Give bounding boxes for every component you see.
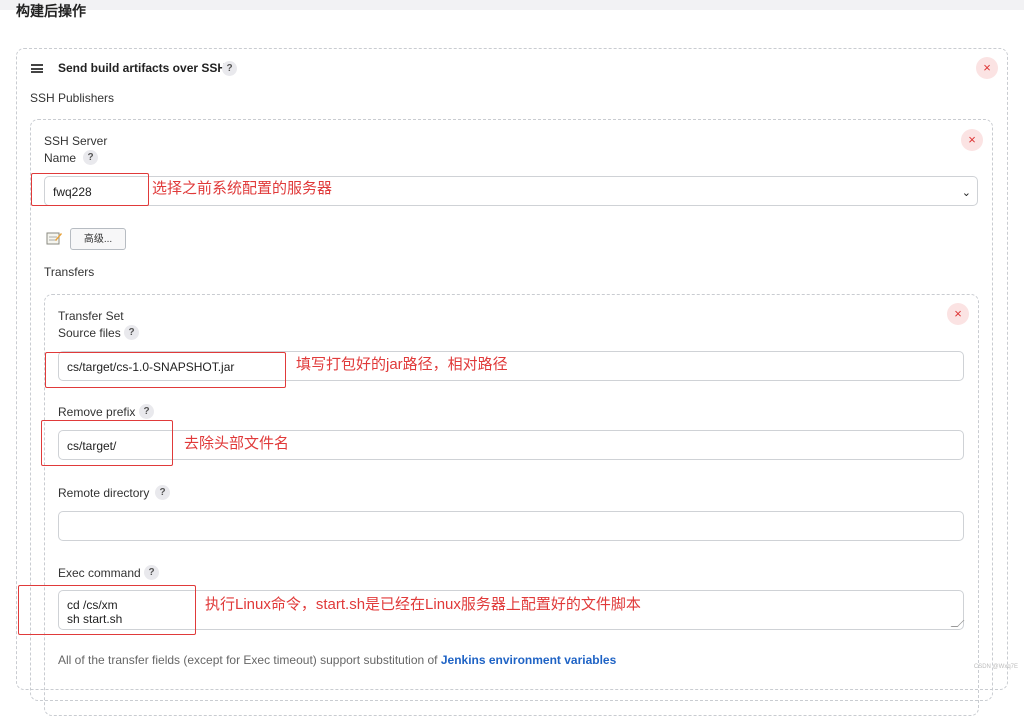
remote-directory-label: Remote directory bbox=[58, 486, 150, 500]
delete-transfer-button[interactable]: × bbox=[947, 303, 969, 325]
help-icon[interactable]: ? bbox=[124, 325, 139, 340]
notepad-icon bbox=[46, 232, 62, 245]
help-icon[interactable]: ? bbox=[155, 485, 170, 500]
footer-note: All of the transfer fields (except for E… bbox=[58, 653, 616, 667]
remove-prefix-label: Remove prefix bbox=[58, 405, 136, 419]
annotation-prefix: 去除头部文件名 bbox=[184, 435, 290, 452]
annotation-box-server bbox=[31, 173, 149, 206]
annotation-server: 选择之前系统配置的服务器 bbox=[152, 180, 333, 197]
build-step-title: Send build artifacts over SSH bbox=[58, 61, 227, 75]
chevron-down-icon: ⌄ bbox=[961, 187, 971, 199]
transfer-set-heading: Transfer Set bbox=[58, 309, 124, 323]
advanced-button[interactable]: 高级... bbox=[70, 228, 126, 250]
section-title: 构建后操作 bbox=[16, 3, 86, 19]
name-label: Name bbox=[44, 151, 77, 165]
help-icon[interactable]: ? bbox=[139, 404, 154, 419]
annotation-source: 填写打包好的jar路径，相对路径 bbox=[296, 356, 508, 373]
source-files-label: Source files bbox=[58, 326, 121, 340]
delete-step-button[interactable]: × bbox=[976, 57, 998, 79]
ssh-server-heading: SSH Server bbox=[44, 134, 108, 148]
help-icon[interactable]: ? bbox=[222, 61, 237, 76]
annotation-box-exec bbox=[18, 585, 196, 635]
exec-command-label: Exec command bbox=[58, 566, 141, 580]
top-strip bbox=[0, 0, 1024, 10]
drag-handle-icon[interactable] bbox=[31, 64, 43, 73]
annotation-box-source bbox=[45, 352, 286, 388]
resize-handle-icon[interactable] bbox=[950, 620, 965, 627]
delete-server-button[interactable]: × bbox=[961, 129, 983, 151]
watermark: CSDN @Wxq7E bbox=[973, 664, 1018, 670]
jenkins-env-vars-link[interactable]: Jenkins environment variables bbox=[441, 653, 616, 667]
remote-directory-input[interactable] bbox=[58, 511, 964, 541]
annotation-exec: 执行Linux命令，start.sh是已经在Linux服务器上配置好的文件脚本 bbox=[205, 596, 641, 613]
footer-note-text: All of the transfer fields (except for E… bbox=[58, 653, 441, 667]
help-icon[interactable]: ? bbox=[144, 565, 159, 580]
annotation-box-prefix bbox=[41, 420, 173, 466]
ssh-publishers-label: SSH Publishers bbox=[30, 91, 115, 105]
transfers-label: Transfers bbox=[44, 265, 95, 279]
help-icon[interactable]: ? bbox=[83, 150, 98, 165]
